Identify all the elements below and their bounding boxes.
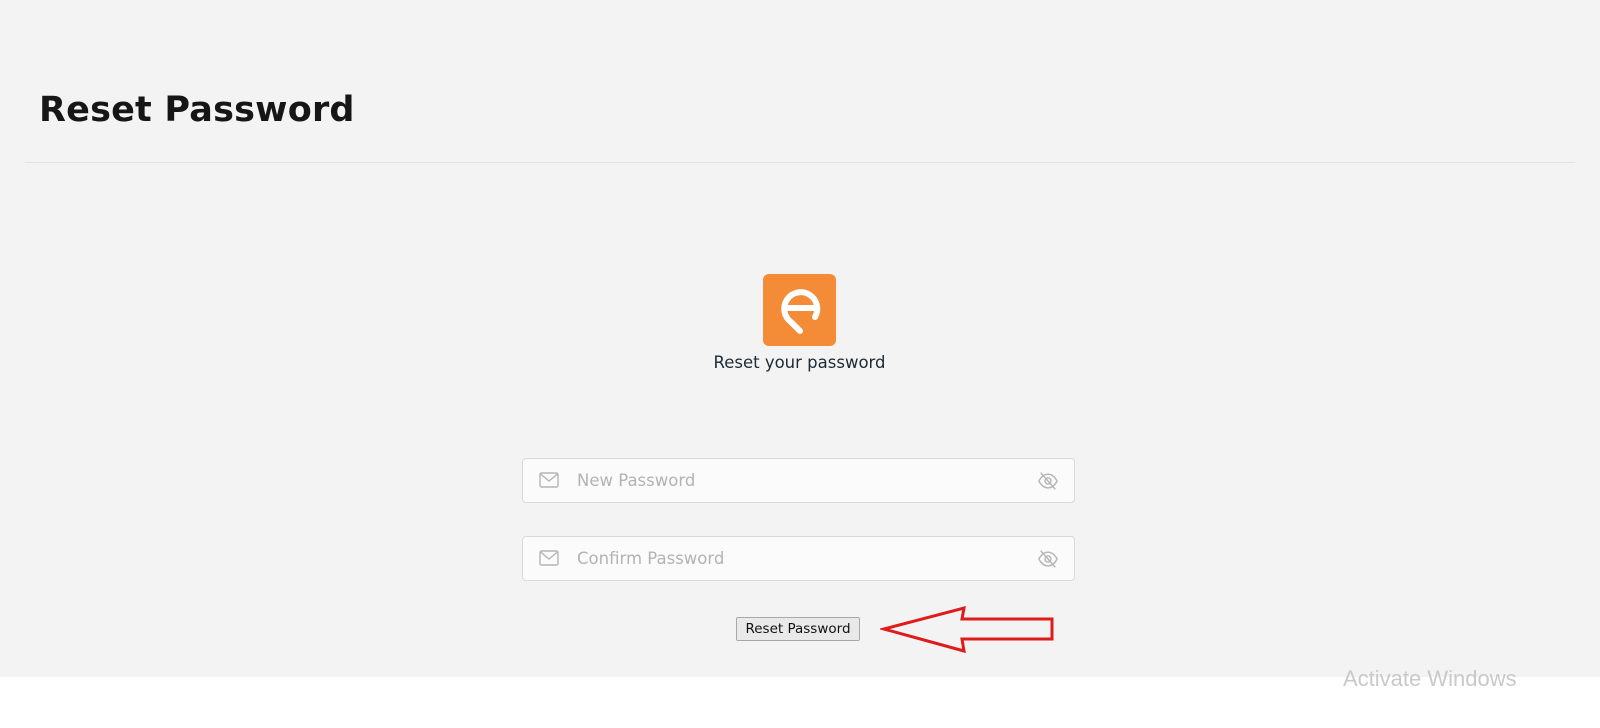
page-title: Reset Password <box>39 90 355 130</box>
location-pin-e-logo-icon <box>780 289 820 334</box>
windows-activation-watermark: Activate Windows <box>1343 666 1517 691</box>
new-password-field <box>522 458 1075 503</box>
eye-slash-icon[interactable] <box>1037 548 1059 570</box>
reset-password-page: Reset Password Reset your password Reset… <box>0 0 1600 677</box>
red-arrow-annotation-icon <box>880 605 1054 654</box>
reset-password-button[interactable]: Reset Password <box>736 617 860 641</box>
confirm-password-field <box>522 536 1075 581</box>
mail-icon <box>539 472 559 488</box>
mail-icon <box>539 550 559 566</box>
form-subtitle: Reset your password <box>713 353 886 372</box>
confirm-password-input[interactable] <box>577 537 1007 580</box>
eye-slash-icon[interactable] <box>1037 470 1059 492</box>
header-divider <box>25 162 1575 163</box>
new-password-input[interactable] <box>577 459 1007 502</box>
brand-logo <box>763 274 836 346</box>
